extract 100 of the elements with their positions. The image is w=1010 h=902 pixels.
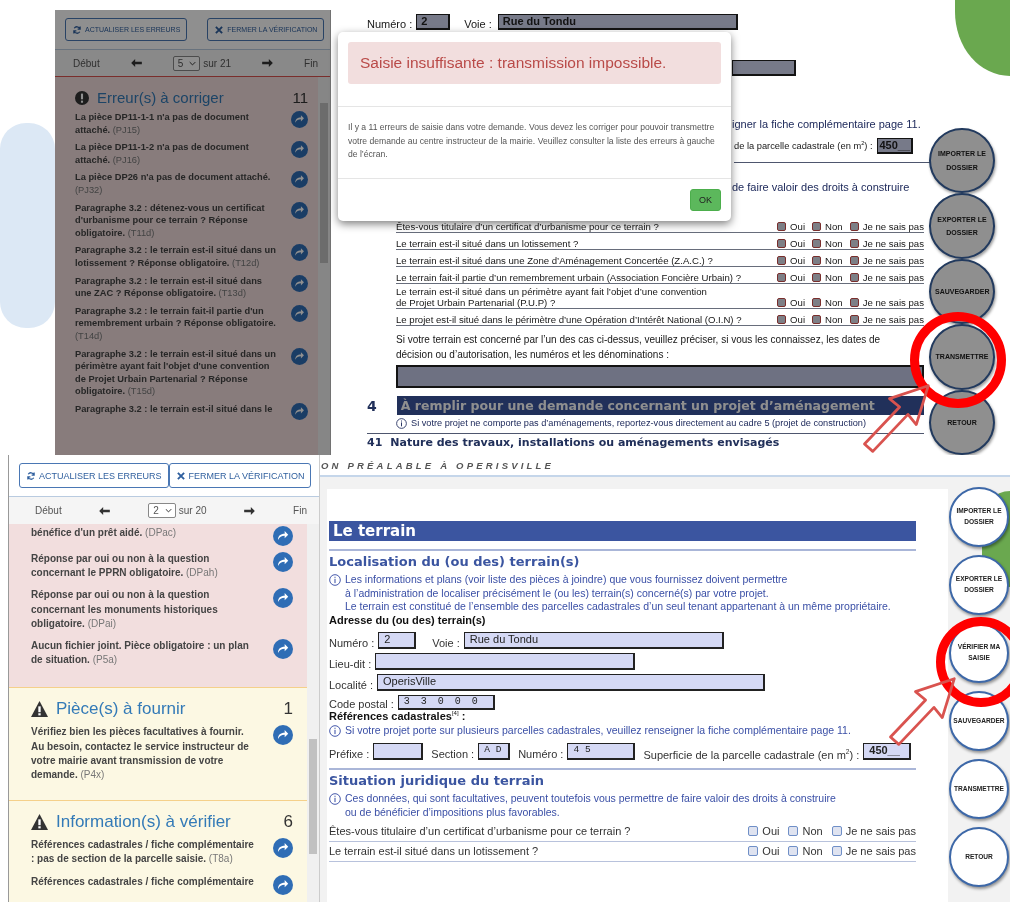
info-icon [329,724,341,737]
go-to-icon[interactable] [291,402,308,420]
checkbox[interactable] [849,239,859,248]
checkbox[interactable] [812,315,822,324]
checkbox[interactable] [849,222,859,231]
section-heading: Situation juridique du terrain [329,768,916,789]
place-field[interactable] [375,652,636,670]
checkbox[interactable] [777,256,787,265]
section-banner: Le terrain [329,521,916,541]
info-icon [329,793,341,806]
checkbox[interactable] [812,273,822,282]
go-to-icon[interactable] [273,588,293,609]
previous-arrow-icon[interactable] [99,506,111,515]
error-message: La pièce DP11-1-1 n'a pas de document attaché. (PJ15) [75,111,250,137]
checkbox[interactable] [777,315,787,324]
info-icon [329,574,341,586]
checkbox[interactable] [831,826,842,837]
refresh-icon [72,24,82,35]
checkbox[interactable] [849,256,859,265]
parcel-field[interactable]: 45 [567,743,636,761]
prefix-field[interactable] [373,743,424,761]
go-to-icon[interactable] [273,874,293,895]
scrollbar[interactable] [318,77,330,455]
checkbox[interactable] [777,239,787,248]
area-field[interactable]: 450__ [863,743,912,761]
go-to-icon[interactable] [291,274,308,292]
error-message: La pièce DP26 n'a pas de document attaché. (PJ32) [75,171,272,197]
question-text: Le terrain est-il situé dans un lotissement ? [396,238,580,249]
option-label: Oui [762,825,780,838]
section-title: Pièce(s) à fournir [56,699,187,720]
field-label: de la parcelle cadastrale (en m$^{2}$) : [734,140,873,152]
field-label: Superficie de la parcelle cadastrale (en m$^{2}$) : [643,747,860,761]
info-icon [396,418,407,429]
question-text: Le terrain est-il situé dans une Zone d’Aménagement Concertée (Z.A.C.) ? [396,255,714,266]
ok-button[interactable]: OK [690,188,721,211]
error-message: Références cadastrales / fiche complémentaire : pas de section de la parcelle saisie. (T8a) [31,838,255,867]
field-label: Préfixe : [329,748,370,761]
next-arrow-icon[interactable] [244,506,256,515]
option-label: Je ne sais pas [862,314,924,325]
first-page-link[interactable]: Début [35,505,62,516]
tailbox-field[interactable] [732,60,796,76]
checkbox[interactable] [777,298,787,307]
text-area-field[interactable] [396,365,924,388]
checkbox[interactable] [777,273,787,282]
field-label: Code postal : [329,697,394,710]
dialog-message: Il y a 11 erreurs de saisie dans votre demande. Vous devez les corriger pour pouvoir transmettre votre demande au centre instructeur de la mairie. Veuillez consulter la liste des erreurs à gauche de l’écran. [338,106,731,179]
go-to-icon[interactable] [291,171,308,189]
option-label: Oui [790,272,806,283]
go-to-icon[interactable] [291,111,308,128]
go-to-icon[interactable] [273,552,293,572]
option-label: Je ne sais pas [845,825,916,838]
go-to-icon[interactable] [273,526,293,546]
go-to-icon[interactable] [291,141,308,159]
field-label: Numéro : [518,748,564,761]
checkbox[interactable] [788,826,799,837]
scrollbar[interactable] [307,524,319,902]
street-field[interactable]: Rue du Tondu [497,14,738,30]
first-page-link[interactable]: Début [73,57,100,69]
checkbox[interactable] [812,222,822,231]
checkbox[interactable] [831,846,842,857]
go-to-icon[interactable] [291,201,308,219]
go-to-icon[interactable] [291,304,308,322]
locality-field[interactable]: OperisVille [377,673,766,691]
last-page-link[interactable]: Fin [304,57,318,69]
go-to-icon[interactable] [291,347,308,365]
checkbox[interactable] [812,298,822,307]
checkbox[interactable] [849,273,859,282]
refresh-button[interactable]: ACTUALISER LES ERREURS [19,463,169,488]
checkbox[interactable] [812,256,822,265]
checkbox[interactable] [788,846,799,857]
number-field[interactable]: 2 [416,14,451,30]
next-arrow-icon[interactable] [262,59,274,67]
checkbox[interactable] [812,239,822,248]
page-select[interactable]: 2 [148,503,176,518]
section-count: 11 [292,89,308,106]
section-field[interactable]: AD [478,743,511,761]
checkbox[interactable] [777,222,787,231]
number-field[interactable]: 2 [378,631,417,649]
checkbox[interactable] [748,846,759,857]
postcode-field[interactable]: 33000 [397,694,495,710]
section-number: 41 [367,436,383,449]
close-icon [214,24,225,35]
go-to-icon[interactable] [273,725,293,746]
page-select[interactable]: 5 [172,55,201,71]
last-page-link[interactable]: Fin [293,505,307,516]
area-field[interactable]: 450__ [876,138,913,154]
checkbox[interactable] [748,826,759,837]
option-label: Non [825,255,843,266]
street-field[interactable]: Rue du Tondu [463,631,724,649]
close-button[interactable]: FERMER LA VÉRIFICATION [168,463,312,488]
go-to-icon[interactable] [291,244,308,262]
go-to-icon[interactable] [273,639,293,659]
go-to-icon[interactable] [273,838,293,859]
previous-arrow-icon[interactable] [130,59,142,67]
close-icon [175,470,186,481]
option-label: Non [825,272,843,283]
checkbox[interactable] [849,298,859,307]
checkbox[interactable] [849,315,859,324]
option-label: Non [825,221,843,232]
error-message: Paragraphe 3.2 : le terrain est-il situé dans une ZAC ? Réponse obligatoire. (T13d) [75,274,264,300]
